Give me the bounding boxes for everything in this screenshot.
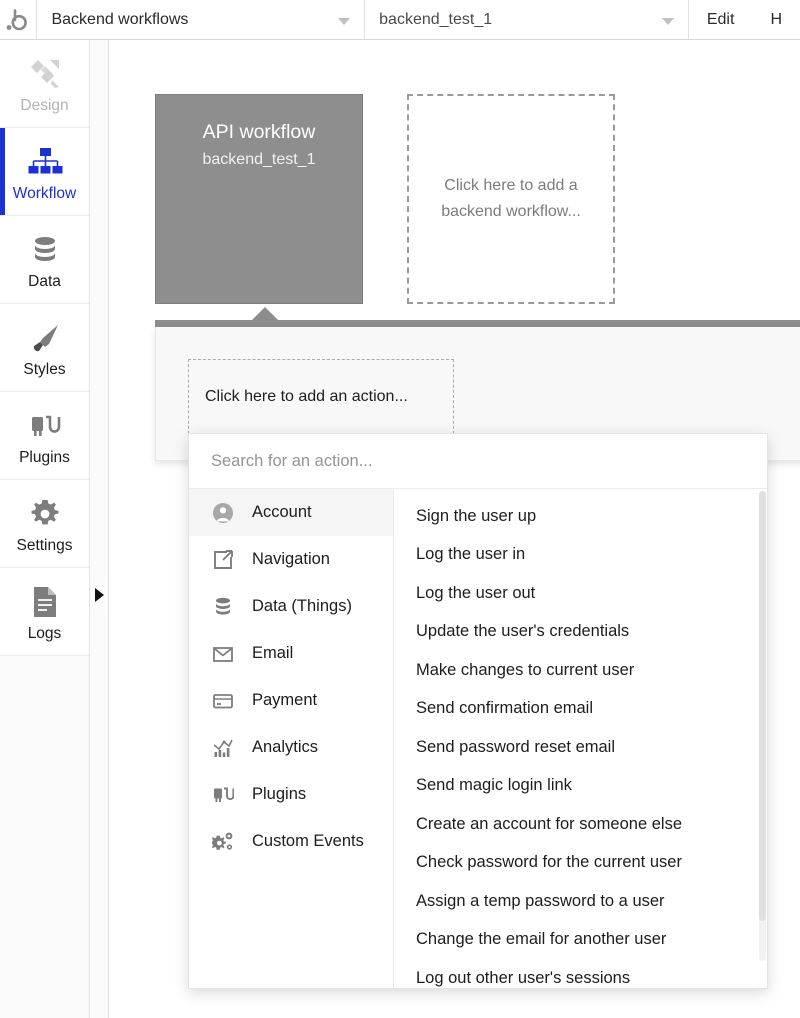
sidebar-item-data[interactable]: Data <box>0 216 89 304</box>
sidebar-item-styles[interactable]: Styles <box>0 304 89 392</box>
chevron-down-icon <box>661 17 674 25</box>
styles-icon <box>28 318 62 358</box>
category-item-plugins[interactable]: Plugins <box>189 771 393 818</box>
workflow-type-selector[interactable]: Backend workflows <box>37 0 366 39</box>
category-label: Account <box>252 503 312 521</box>
category-label: Plugins <box>252 785 307 803</box>
category-item-analytics[interactable]: Analytics <box>189 724 393 771</box>
category-label: Data (Things) <box>252 597 352 615</box>
sidebar-item-design[interactable]: Design <box>0 40 89 128</box>
action-picker-dropdown: Account Navigation <box>188 433 768 989</box>
workflow-icon <box>27 142 63 182</box>
action-picker-body: Account Navigation Data (Things) Email P… <box>189 489 767 988</box>
workflow-canvas: API workflow backend_test_1 Click here t… <box>110 41 800 1018</box>
category-label: Navigation <box>252 550 330 568</box>
category-item-navigation[interactable]: Navigation <box>189 536 393 583</box>
category-item-custom-events[interactable]: Custom Events <box>189 818 393 865</box>
action-item[interactable]: Create an account for someone else <box>394 805 767 844</box>
add-backend-workflow-label: Click here to add a backend workflow... <box>441 176 581 220</box>
add-action-placeholder[interactable]: Click here to add an action... <box>188 359 454 434</box>
workflow-name-value: backend_test_1 <box>379 10 493 28</box>
sidebar-label: Logs <box>27 624 62 642</box>
edit-button[interactable]: Edit <box>689 0 753 39</box>
sidebar-label: Plugins <box>19 448 70 466</box>
workflow-card[interactable]: API workflow backend_test_1 <box>155 94 363 304</box>
gears-icon <box>211 830 235 854</box>
design-icon <box>28 54 62 94</box>
database-icon <box>211 595 235 619</box>
workflow-type-value: Backend workflows <box>51 10 189 28</box>
sidebar-label: Workflow <box>12 184 77 202</box>
category-item-data-things[interactable]: Data (Things) <box>189 583 393 630</box>
category-label: Payment <box>252 691 318 709</box>
share-arrow-icon <box>211 548 235 572</box>
category-item-payment[interactable]: Payment <box>189 677 393 724</box>
add-action-label: Click here to add an action... <box>205 387 408 405</box>
plug-icon <box>211 783 235 807</box>
data-icon <box>29 230 61 270</box>
search-input[interactable] <box>211 451 767 471</box>
sidebar-label: Styles <box>23 360 66 378</box>
envelope-icon <box>211 642 235 666</box>
category-item-account[interactable]: Account <box>189 489 393 536</box>
sidebar-item-logs[interactable]: Logs <box>0 568 89 656</box>
sidebar-item-workflow[interactable]: Workflow <box>0 128 89 216</box>
triangle-right-icon <box>94 588 104 602</box>
action-item[interactable]: Send password reset email <box>394 728 767 767</box>
sidebar-label: Design <box>20 96 69 114</box>
sidebar-item-settings[interactable]: Settings <box>0 480 89 568</box>
chart-icon <box>211 736 235 760</box>
action-item[interactable]: Send magic login link <box>394 767 767 806</box>
action-list-scrollbar[interactable] <box>759 491 766 961</box>
sidebar-label: Data <box>28 272 61 290</box>
sidebar-rail <box>91 40 109 1018</box>
category-item-email[interactable]: Email <box>189 630 393 677</box>
left-sidebar: Design Workflow Data Styles Plugins Sett… <box>0 40 90 1018</box>
sidebar-collapse-button[interactable] <box>90 575 108 615</box>
category-label: Custom Events <box>252 832 364 850</box>
sidebar-label: Settings <box>16 536 73 554</box>
action-item[interactable]: Check password for the current user <box>394 844 767 883</box>
bubble-logo-icon <box>6 8 28 30</box>
action-item[interactable]: Make changes to current user <box>394 651 767 690</box>
action-item[interactable]: Change the email for another user <box>394 921 767 960</box>
chevron-down-icon <box>338 17 351 25</box>
category-label: Email <box>252 644 294 662</box>
workflow-card-title: API workflow <box>202 121 316 143</box>
gear-icon <box>29 494 61 534</box>
app-root: Backend workflows backend_test_1 Edit H <box>0 0 800 1018</box>
bubble-logo[interactable] <box>0 0 38 39</box>
action-item[interactable]: Log out other user's sessions <box>394 959 767 988</box>
workflow-card-subtitle: backend_test_1 <box>202 151 316 168</box>
action-category-list: Account Navigation Data (Things) Email P… <box>189 489 394 988</box>
action-item[interactable]: Send confirmation email <box>394 690 767 729</box>
category-label: Analytics <box>252 738 319 756</box>
action-item[interactable]: Sign the user up <box>394 497 767 536</box>
action-item[interactable]: Assign a temp password to a user <box>394 882 767 921</box>
action-item[interactable]: Log the user in <box>394 536 767 575</box>
credit-card-icon <box>211 689 235 713</box>
help-button[interactable]: H <box>752 0 800 39</box>
action-item[interactable]: Log the user out <box>394 574 767 613</box>
sidebar-item-plugins[interactable]: Plugins <box>0 392 89 480</box>
connector-bar <box>155 320 800 327</box>
plugins-icon <box>29 406 61 446</box>
top-bar: Backend workflows backend_test_1 Edit H <box>0 0 800 40</box>
action-list: Sign the user up Log the user in Log the… <box>394 489 767 988</box>
workflow-name-selector[interactable]: backend_test_1 <box>365 0 689 39</box>
action-search-row <box>189 434 767 489</box>
logs-icon <box>30 582 60 622</box>
add-backend-workflow-placeholder[interactable]: Click here to add a backend workflow... <box>407 94 615 304</box>
action-item[interactable]: Update the user's credentials <box>394 613 767 652</box>
connector-triangle-icon <box>252 307 278 320</box>
user-circle-icon <box>211 501 235 525</box>
